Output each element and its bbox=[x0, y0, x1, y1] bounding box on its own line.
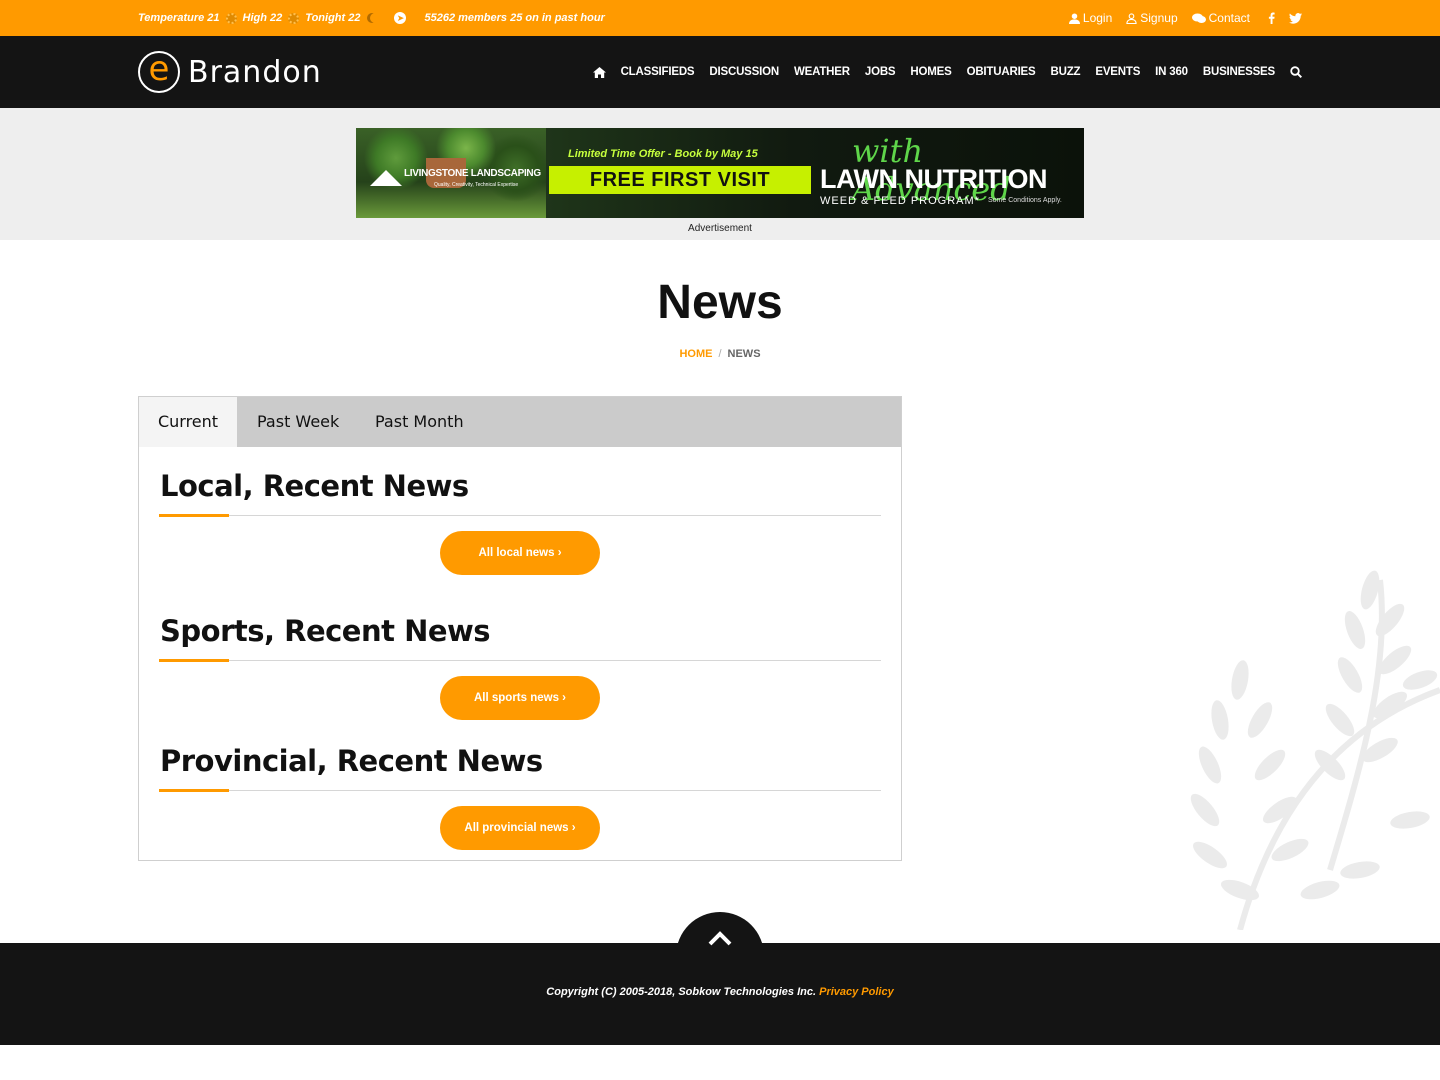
nav-homes[interactable]: HOMES bbox=[910, 66, 951, 78]
logo-wordmark: Brandon bbox=[188, 54, 322, 90]
weather-arrow-icon[interactable]: ➤ bbox=[394, 12, 407, 24]
ad-conditions: Some Conditions Apply. bbox=[988, 197, 1062, 204]
ad-product: LAWN NUTRITION bbox=[820, 164, 1047, 194]
copyright-text: Copyright (C) 2005-2018, Sobkow Technolo… bbox=[546, 986, 817, 998]
sports-news-heading: Sports, Recent News bbox=[160, 614, 491, 648]
page-title: News bbox=[657, 276, 783, 329]
account-links: Login Signup Contact bbox=[1068, 0, 1302, 36]
section-accent bbox=[159, 789, 229, 792]
ad-brand-name: LIVINGSTONE LANDSCAPING bbox=[404, 168, 541, 179]
tonight-text: Tonight 22 bbox=[305, 12, 361, 24]
privacy-policy-link[interactable]: Privacy Policy bbox=[819, 986, 894, 998]
ad-headline: FREE FIRST VISIT bbox=[549, 166, 811, 194]
user-icon bbox=[1068, 12, 1080, 24]
comments-icon bbox=[1191, 13, 1206, 23]
facebook-icon bbox=[1268, 12, 1275, 24]
laurel-decoration-icon bbox=[1190, 570, 1440, 930]
all-sports-news-button[interactable]: All sports news › bbox=[440, 676, 600, 720]
login-link[interactable]: Login bbox=[1068, 11, 1113, 25]
ad-program: WEED & FEED PROGRAM* bbox=[820, 195, 980, 207]
news-tabs-panel: Current Past Week Past Month Local, Rece… bbox=[138, 396, 902, 861]
site-logo[interactable]: e Brandon bbox=[138, 50, 322, 94]
banner-ad[interactable]: LIVINGSTONE LANDSCAPING Quality, Creativ… bbox=[356, 128, 1084, 218]
section-accent bbox=[159, 514, 229, 517]
members-text: 55262 members 25 on in past hour bbox=[424, 12, 605, 24]
nav-weather[interactable]: WEATHER bbox=[794, 66, 850, 78]
breadcrumb-separator: / bbox=[718, 348, 722, 360]
chevron-up-icon bbox=[708, 931, 732, 946]
local-news-heading: Local, Recent News bbox=[160, 469, 469, 503]
nav-buzz[interactable]: BUZZ bbox=[1051, 66, 1081, 78]
facebook-link[interactable] bbox=[1268, 12, 1275, 24]
tab-current[interactable]: Current bbox=[139, 397, 237, 447]
tab-past-week[interactable]: Past Week bbox=[257, 397, 339, 447]
weather-summary: Temperature 21 High 22 Tonight 22 ➤ 5526… bbox=[138, 0, 605, 36]
section-divider bbox=[159, 790, 881, 791]
moon-icon bbox=[370, 13, 380, 23]
signup-label: Signup bbox=[1140, 11, 1178, 25]
section-divider bbox=[159, 515, 881, 516]
nav-search[interactable] bbox=[1290, 66, 1302, 78]
advertisement-area: LIVINGSTONE LANDSCAPING Quality, Creativ… bbox=[0, 108, 1440, 240]
sun-icon bbox=[288, 12, 300, 24]
twitter-icon bbox=[1289, 12, 1302, 24]
all-local-news-button[interactable]: All local news › bbox=[440, 531, 600, 575]
main-navigation: e Brandon CLASSIFIEDS DISCUSSION WEATHER… bbox=[0, 36, 1440, 108]
breadcrumb: HOME / NEWS bbox=[0, 348, 1440, 360]
nav-jobs[interactable]: JOBS bbox=[865, 66, 896, 78]
back-to-top-button[interactable] bbox=[676, 912, 764, 974]
login-label: Login bbox=[1082, 11, 1113, 25]
nav-businesses[interactable]: BUSINESSES bbox=[1203, 66, 1275, 78]
signup-link[interactable]: Signup bbox=[1126, 11, 1178, 25]
breadcrumb-home[interactable]: HOME bbox=[679, 348, 712, 360]
ad-brand: LIVINGSTONE LANDSCAPING Quality, Creativ… bbox=[370, 168, 550, 192]
nav-events[interactable]: EVENTS bbox=[1095, 66, 1140, 78]
section-divider bbox=[159, 660, 881, 661]
temperature-text: Temperature 21 bbox=[138, 12, 220, 24]
search-icon bbox=[1290, 66, 1302, 78]
tab-bar: Current Past Week Past Month bbox=[139, 397, 901, 447]
nav-menu: CLASSIFIEDS DISCUSSION WEATHER JOBS HOME… bbox=[592, 36, 1302, 108]
footer-copyright: Copyright (C) 2005-2018, Sobkow Technolo… bbox=[0, 986, 1440, 998]
logo-mark: e bbox=[138, 51, 180, 93]
ad-brand-logo-icon bbox=[370, 170, 402, 186]
sun-icon bbox=[225, 12, 237, 24]
home-icon bbox=[592, 66, 606, 78]
nav-in-360[interactable]: IN 360 bbox=[1155, 66, 1188, 78]
high-text: High 22 bbox=[242, 12, 283, 24]
ad-brand-tagline: Quality, Creativity, Technical Expertise bbox=[434, 182, 519, 188]
ad-offer: Limited Time Offer - Book by May 15 bbox=[568, 148, 758, 160]
top-info-bar: Temperature 21 High 22 Tonight 22 ➤ 5526… bbox=[0, 0, 1440, 36]
nav-classifieds[interactable]: CLASSIFIEDS bbox=[621, 66, 695, 78]
nav-discussion[interactable]: DISCUSSION bbox=[709, 66, 779, 78]
section-accent bbox=[159, 659, 229, 662]
all-provincial-news-button[interactable]: All provincial news › bbox=[440, 806, 600, 850]
contact-label: Contact bbox=[1208, 11, 1250, 25]
logo-mark-letter: e bbox=[148, 49, 170, 89]
breadcrumb-current: NEWS bbox=[727, 348, 761, 360]
twitter-link[interactable] bbox=[1289, 12, 1302, 24]
provincial-news-heading: Provincial, Recent News bbox=[160, 744, 543, 778]
user-outline-icon bbox=[1126, 12, 1137, 24]
nav-home[interactable] bbox=[592, 66, 606, 78]
contact-link[interactable]: Contact bbox=[1191, 11, 1250, 25]
nav-obituaries[interactable]: OBITUARIES bbox=[967, 66, 1036, 78]
tab-past-month[interactable]: Past Month bbox=[375, 397, 464, 447]
advertisement-label: Advertisement bbox=[688, 223, 752, 234]
